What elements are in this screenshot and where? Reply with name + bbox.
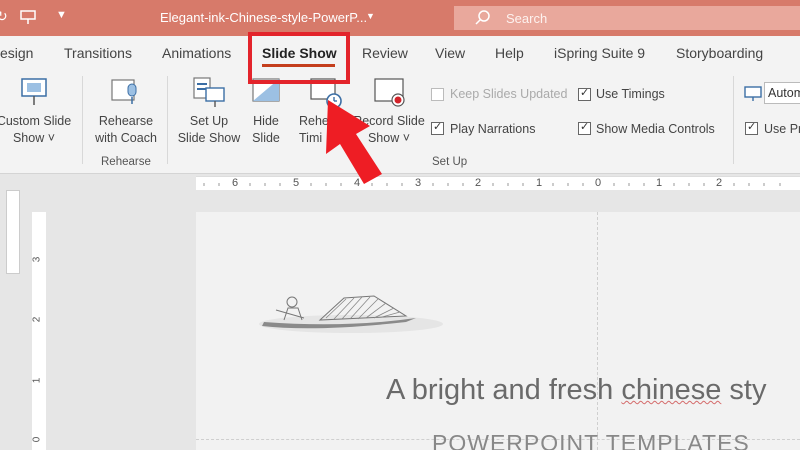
rehearse-coach-icon bbox=[111, 79, 137, 104]
customize-qat-icon[interactable]: ▼ bbox=[56, 9, 67, 21]
ribbon-tabs: esign Transitions Animations Slide Show … bbox=[0, 36, 800, 70]
slide-title-suffix: sty bbox=[721, 374, 767, 406]
tab-storyboarding[interactable]: Storyboarding bbox=[676, 45, 763, 61]
red-arrow-annotation bbox=[326, 100, 382, 184]
slide-title[interactable]: A bright and fresh chinese sty bbox=[386, 374, 766, 407]
ruler-tick: 0 bbox=[31, 436, 43, 443]
ribbon-separator bbox=[82, 76, 83, 164]
tab-transitions[interactable]: Transitions bbox=[64, 45, 132, 61]
tab-review[interactable]: Review bbox=[362, 45, 408, 61]
hide-slide-label-1: Hide bbox=[253, 114, 279, 128]
ribbon-separator bbox=[733, 76, 734, 164]
slide-canvas[interactable]: A bright and fresh chinese sty POWERPOIN… bbox=[196, 212, 800, 450]
play-narrations-label: Play Narrations bbox=[450, 122, 536, 136]
tab-ispring[interactable]: iSpring Suite 9 bbox=[554, 45, 645, 61]
use-timings-label: Use Timings bbox=[596, 87, 665, 101]
show-media-controls-label: Show Media Controls bbox=[596, 122, 715, 136]
title-bar: ↻ ▼ Elegant-ink-Chinese-style-PowerP... … bbox=[0, 0, 800, 36]
setup-group-label: Set Up bbox=[432, 156, 468, 168]
play-narrations-checkbox[interactable] bbox=[431, 120, 444, 135]
ribbon-separator bbox=[167, 76, 168, 164]
tab-animations[interactable]: Animations bbox=[162, 45, 231, 61]
redo-icon[interactable]: ↻ bbox=[0, 8, 8, 25]
ink-boat-image bbox=[259, 295, 443, 333]
vertical-scrollbar-thumb[interactable] bbox=[6, 190, 20, 274]
set-up-slide-show-button[interactable]: Set Up Slide Show bbox=[172, 113, 246, 147]
custom-slide-show-icon bbox=[21, 78, 47, 105]
rehearse-coach-label-1: Rehearse bbox=[98, 114, 154, 128]
set-up-label-2: Slide Show bbox=[177, 131, 241, 145]
ruler-tick: 1 bbox=[31, 377, 43, 384]
keep-slides-updated-checkbox[interactable] bbox=[431, 88, 444, 101]
search-box[interactable]: Search bbox=[454, 6, 800, 30]
ruler-minor-ticks bbox=[203, 183, 781, 186]
custom-slide-show-button[interactable]: Custom Slide Show ˅ bbox=[0, 113, 72, 147]
ribbon: Custom Slide Show ˅ Rehearse with Coach … bbox=[0, 70, 800, 174]
search-placeholder: Search bbox=[506, 11, 548, 26]
set-up-slide-show-icon bbox=[193, 77, 225, 107]
slide-subtitle[interactable]: POWERPOINT TEMPLATES bbox=[432, 430, 750, 450]
tab-highlight-box bbox=[248, 32, 350, 84]
custom-slide-show-label-1: Custom Slide bbox=[0, 114, 72, 128]
tab-help[interactable]: Help bbox=[495, 45, 524, 61]
document-title: Elegant-ink-Chinese-style-PowerP... bbox=[160, 10, 368, 25]
tab-design[interactable]: esign bbox=[0, 45, 33, 61]
use-presenter-view-checkbox[interactable] bbox=[745, 120, 758, 135]
slide-title-prefix: A bright and fresh bbox=[386, 374, 622, 406]
vertical-guide bbox=[597, 212, 598, 450]
use-timings-checkbox[interactable] bbox=[578, 86, 591, 101]
use-presenter-view-label: Use Pr bbox=[764, 122, 800, 136]
vertical-ruler: 3 2 1 0 bbox=[31, 212, 46, 450]
tab-view[interactable]: View bbox=[435, 45, 465, 61]
rehearse-group-label: Rehearse bbox=[101, 156, 151, 168]
hide-slide-button[interactable]: Hide Slide bbox=[244, 113, 288, 147]
monitor-select[interactable]: Autom bbox=[764, 82, 800, 104]
custom-slide-show-label-2: Show ˅ bbox=[12, 131, 56, 145]
rehearse-with-coach-button[interactable]: Rehearse with Coach bbox=[88, 113, 164, 147]
monitor-select-value: Autom bbox=[768, 86, 800, 100]
rehearse-coach-label-2: with Coach bbox=[95, 131, 157, 145]
present-icon[interactable] bbox=[20, 9, 36, 25]
search-icon bbox=[475, 10, 490, 25]
keep-slides-updated-label: Keep Slides Updated bbox=[450, 87, 568, 101]
title-dropdown-icon[interactable]: ▼ bbox=[366, 11, 375, 21]
slide-title-misspelled-word: chinese bbox=[621, 374, 722, 406]
hide-slide-label-2: Slide bbox=[252, 131, 280, 145]
show-media-controls-checkbox[interactable] bbox=[578, 120, 591, 135]
ruler-tick: 2 bbox=[31, 316, 43, 323]
monitor-icon bbox=[744, 86, 762, 101]
horizontal-ruler: 6 5 4 3 2 1 0 1 2 bbox=[196, 176, 800, 190]
set-up-label-1: Set Up bbox=[189, 114, 229, 128]
ruler-tick: 3 bbox=[31, 256, 43, 263]
